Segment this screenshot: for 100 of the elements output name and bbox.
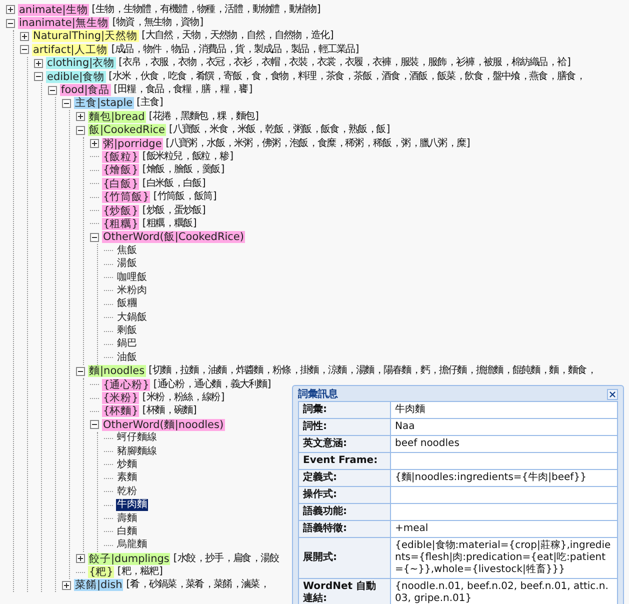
concept-label[interactable]: edible|食物	[46, 70, 106, 83]
synonym-list: [ 粑 ，糍粑 ]	[117, 566, 162, 578]
concept-label[interactable]: artifact|人工物	[32, 44, 108, 56]
word-item[interactable]: 咖哩飯	[116, 272, 148, 284]
synonym-list: [ 粗糲 ，糲飯 ]	[142, 218, 196, 230]
field-label: 語義特徵:	[299, 521, 391, 538]
field-label: 操作式:	[299, 487, 391, 504]
word-item[interactable]: 湯飯	[116, 258, 138, 270]
concept-label[interactable]: NaturalThing|天然物	[32, 30, 139, 42]
synonym-list: [ 杯麵 ，碗麵 ]	[142, 405, 196, 418]
synonym-list: [ 大自然 ，天物 ，天然物 ，自然 ，自然物 ，造化 ]	[142, 30, 333, 42]
word-item[interactable]: 油飯	[116, 352, 138, 364]
field-value: Naa	[391, 419, 617, 436]
field-label: 詞性:	[299, 419, 391, 436]
word-item[interactable]: 素麵	[116, 472, 138, 484]
collapse-icon[interactable]	[76, 366, 85, 376]
concept-label[interactable]: 餃子|dumplings	[88, 552, 170, 565]
word-item[interactable]: 白麵	[116, 526, 138, 538]
concept-label[interactable]: {飯粒}	[102, 150, 140, 163]
concept-label[interactable]: OtherWord(飯|CookedRice)	[102, 231, 245, 244]
word-item[interactable]: 蚵仔麵線	[116, 432, 158, 444]
word-item[interactable]: 壽麵	[116, 512, 138, 525]
word-item[interactable]: 牛肉麵	[116, 499, 148, 512]
synonym-list: [ 田糧 ，食品 ，食糧 ，膳 ，糧 ，饔 ]	[114, 84, 252, 96]
concept-label[interactable]: {粑}	[88, 566, 114, 578]
expand-icon[interactable]	[90, 139, 99, 148]
collapse-icon[interactable]	[62, 98, 71, 108]
concept-label[interactable]: {通心粉}	[102, 378, 150, 391]
field-label: 定義式:	[299, 470, 391, 487]
synonym-list: [ 水米 ，伙食 ，吃食 ，肴饌 ，寄飯 ，食 ，食物 ，料理 ，茶食 ，茶飯 ，酒食 ，酒飯 ，飯菜 ，飲食 ，盤中飧 ，燕食 ，膳食 ，	[108, 70, 585, 83]
word-item[interactable]: 鍋巴	[116, 338, 138, 350]
collapse-icon[interactable]	[48, 86, 57, 95]
expand-icon[interactable]	[34, 58, 43, 68]
concept-label[interactable]: 菜餚|dish	[74, 579, 124, 592]
expand-icon[interactable]	[6, 5, 15, 14]
collapse-icon[interactable]	[34, 72, 43, 82]
synonym-list: [ 飯米粒兒 ，飯粒 ，糁 ]	[142, 150, 232, 163]
field-label: 英文意涵:	[299, 436, 391, 453]
synonym-list: [ 八寶飯 ，米食 ，米飯 ，乾飯 ，粥飯 ，飯食 ，熟飯 ，飯 ]	[169, 124, 390, 136]
synonym-list: [ 水餃 ，抄手 ，扁食 ，湯餃	[173, 552, 278, 565]
word-item[interactable]: 豬腳麵線	[116, 446, 158, 458]
synonym-list: [ 切麵 ，拉麵 ，油麵 ，炸醬麵 ，粉條 ，掛麵 ，涼麵 ，湯麵 ，陽春麵 ，麫 ，擔仔麵 ，擔擔麵 ，餛飩麵 ，麵 ，麵食 ，	[148, 365, 596, 378]
concept-label[interactable]: OtherWord(麵|noodles)	[102, 418, 225, 431]
collapse-icon[interactable]	[6, 18, 15, 28]
synonym-list: [ 炒飯 ，蛋炒飯 ]	[142, 204, 205, 217]
collapse-icon[interactable]	[90, 232, 99, 242]
concept-label[interactable]: food|食品	[60, 84, 111, 96]
concept-label[interactable]: inanimate|無生物	[18, 17, 110, 30]
expand-icon[interactable]	[20, 32, 29, 41]
field-value: {noodle.n.01, beef.n.02, beef.n.01, attic.n.03, gripe.n.01}	[391, 579, 617, 604]
concept-label[interactable]: 飯|CookedRice	[88, 124, 166, 136]
synonym-list: [ 肴 ，砂鍋菜 ，菜肴 ，菜餚 ，滷菜 ，	[126, 579, 270, 592]
collapse-icon[interactable]	[20, 45, 29, 54]
synonym-list: [ 主食 ]	[136, 97, 162, 110]
concept-label[interactable]: 麵|noodles	[88, 365, 146, 378]
synonym-list: [ 花捲 ，黑麵包 ，粿 ，麵包 ]	[148, 110, 258, 123]
concept-label[interactable]: {燴飯}	[102, 164, 140, 176]
concept-label[interactable]: animate|生物	[18, 4, 89, 16]
synonym-list: [ 成品 ，物件 ，物品 ，消費品 ，貨 ，製成品 ，製品 ，輕工業品 ]	[111, 44, 358, 56]
concept-label[interactable]: 主食|staple	[74, 97, 134, 110]
field-value: +meal	[391, 521, 617, 538]
synonym-list: [ 生物 ，生物體 ，有機體 ，物種 ，活體 ，動物體 ，動植物 ]	[92, 4, 320, 16]
synonym-list: [ 白米飯 ，白飯 ]	[142, 178, 205, 190]
concept-label[interactable]: {杯麵}	[102, 405, 140, 418]
field-label: 詞彙:	[299, 402, 391, 419]
close-button[interactable]	[607, 388, 618, 400]
field-value: {麵|noodles:ingredients={牛肉|beef}}	[391, 470, 617, 487]
word-item[interactable]: 焦飯	[116, 244, 138, 257]
field-value: 牛肉麵	[391, 402, 617, 419]
field-label: 語義功能:	[299, 504, 391, 521]
collapse-icon[interactable]	[90, 420, 99, 430]
synonym-list: [ 燴飯 ，膾飯 ，羹飯 ]	[142, 164, 224, 176]
word-item[interactable]: 米粉肉	[116, 284, 148, 297]
word-item[interactable]: 剩飯	[116, 325, 138, 338]
collapse-icon[interactable]	[76, 126, 85, 135]
concept-label[interactable]: {白飯}	[102, 178, 140, 190]
word-item[interactable]: 大鍋飯	[116, 312, 148, 324]
dialog-title: 詞彙訊息	[298, 388, 338, 401]
field-value: {edible|食物:material={crop|莊稼},ingredients={flesh|肉:predication={eat|吃:patient={~}},whole={livestock|牲畜}}}	[391, 538, 617, 579]
concept-label[interactable]: clothing|衣物	[46, 57, 116, 70]
expand-icon[interactable]	[62, 580, 71, 590]
word-item[interactable]: 烏龍麵	[116, 539, 148, 552]
synonym-list: [ 物資 ，無生物 ，資物 ]	[112, 17, 202, 30]
concept-label[interactable]: {炒飯}	[102, 204, 140, 217]
word-item[interactable]: 乾粉	[116, 486, 138, 498]
synonym-list: [ 通心粉 ，通心麵 ，義大利麵 ]	[153, 378, 270, 391]
concept-label[interactable]: 麵包|bread	[88, 110, 146, 123]
synonym-list: [ 八寶粥 ，水飯 ，米粥 ，佛粥 ，泡飯 ，食糜 ，稀粥 ，稀飯 ，粥 ，臘八粥 ，糜 ]	[166, 138, 470, 150]
concept-label[interactable]: {米粉}	[102, 392, 140, 404]
expand-icon[interactable]	[76, 554, 85, 564]
field-label: WordNet 自動連結:	[299, 579, 391, 604]
expand-icon[interactable]	[76, 112, 85, 122]
synonym-list: [ 竹筒飯 ，飯筒 ]	[153, 191, 216, 204]
word-item[interactable]: 飯糰	[116, 298, 138, 310]
word-item[interactable]: 炒麵	[116, 458, 138, 471]
field-value: beef noodles	[391, 436, 617, 453]
concept-label[interactable]: {粗糲}	[102, 218, 140, 230]
field-label: 展開式:	[299, 538, 391, 579]
concept-label[interactable]: {竹筒飯}	[102, 191, 150, 204]
concept-label[interactable]: 粥|porridge	[102, 138, 163, 150]
